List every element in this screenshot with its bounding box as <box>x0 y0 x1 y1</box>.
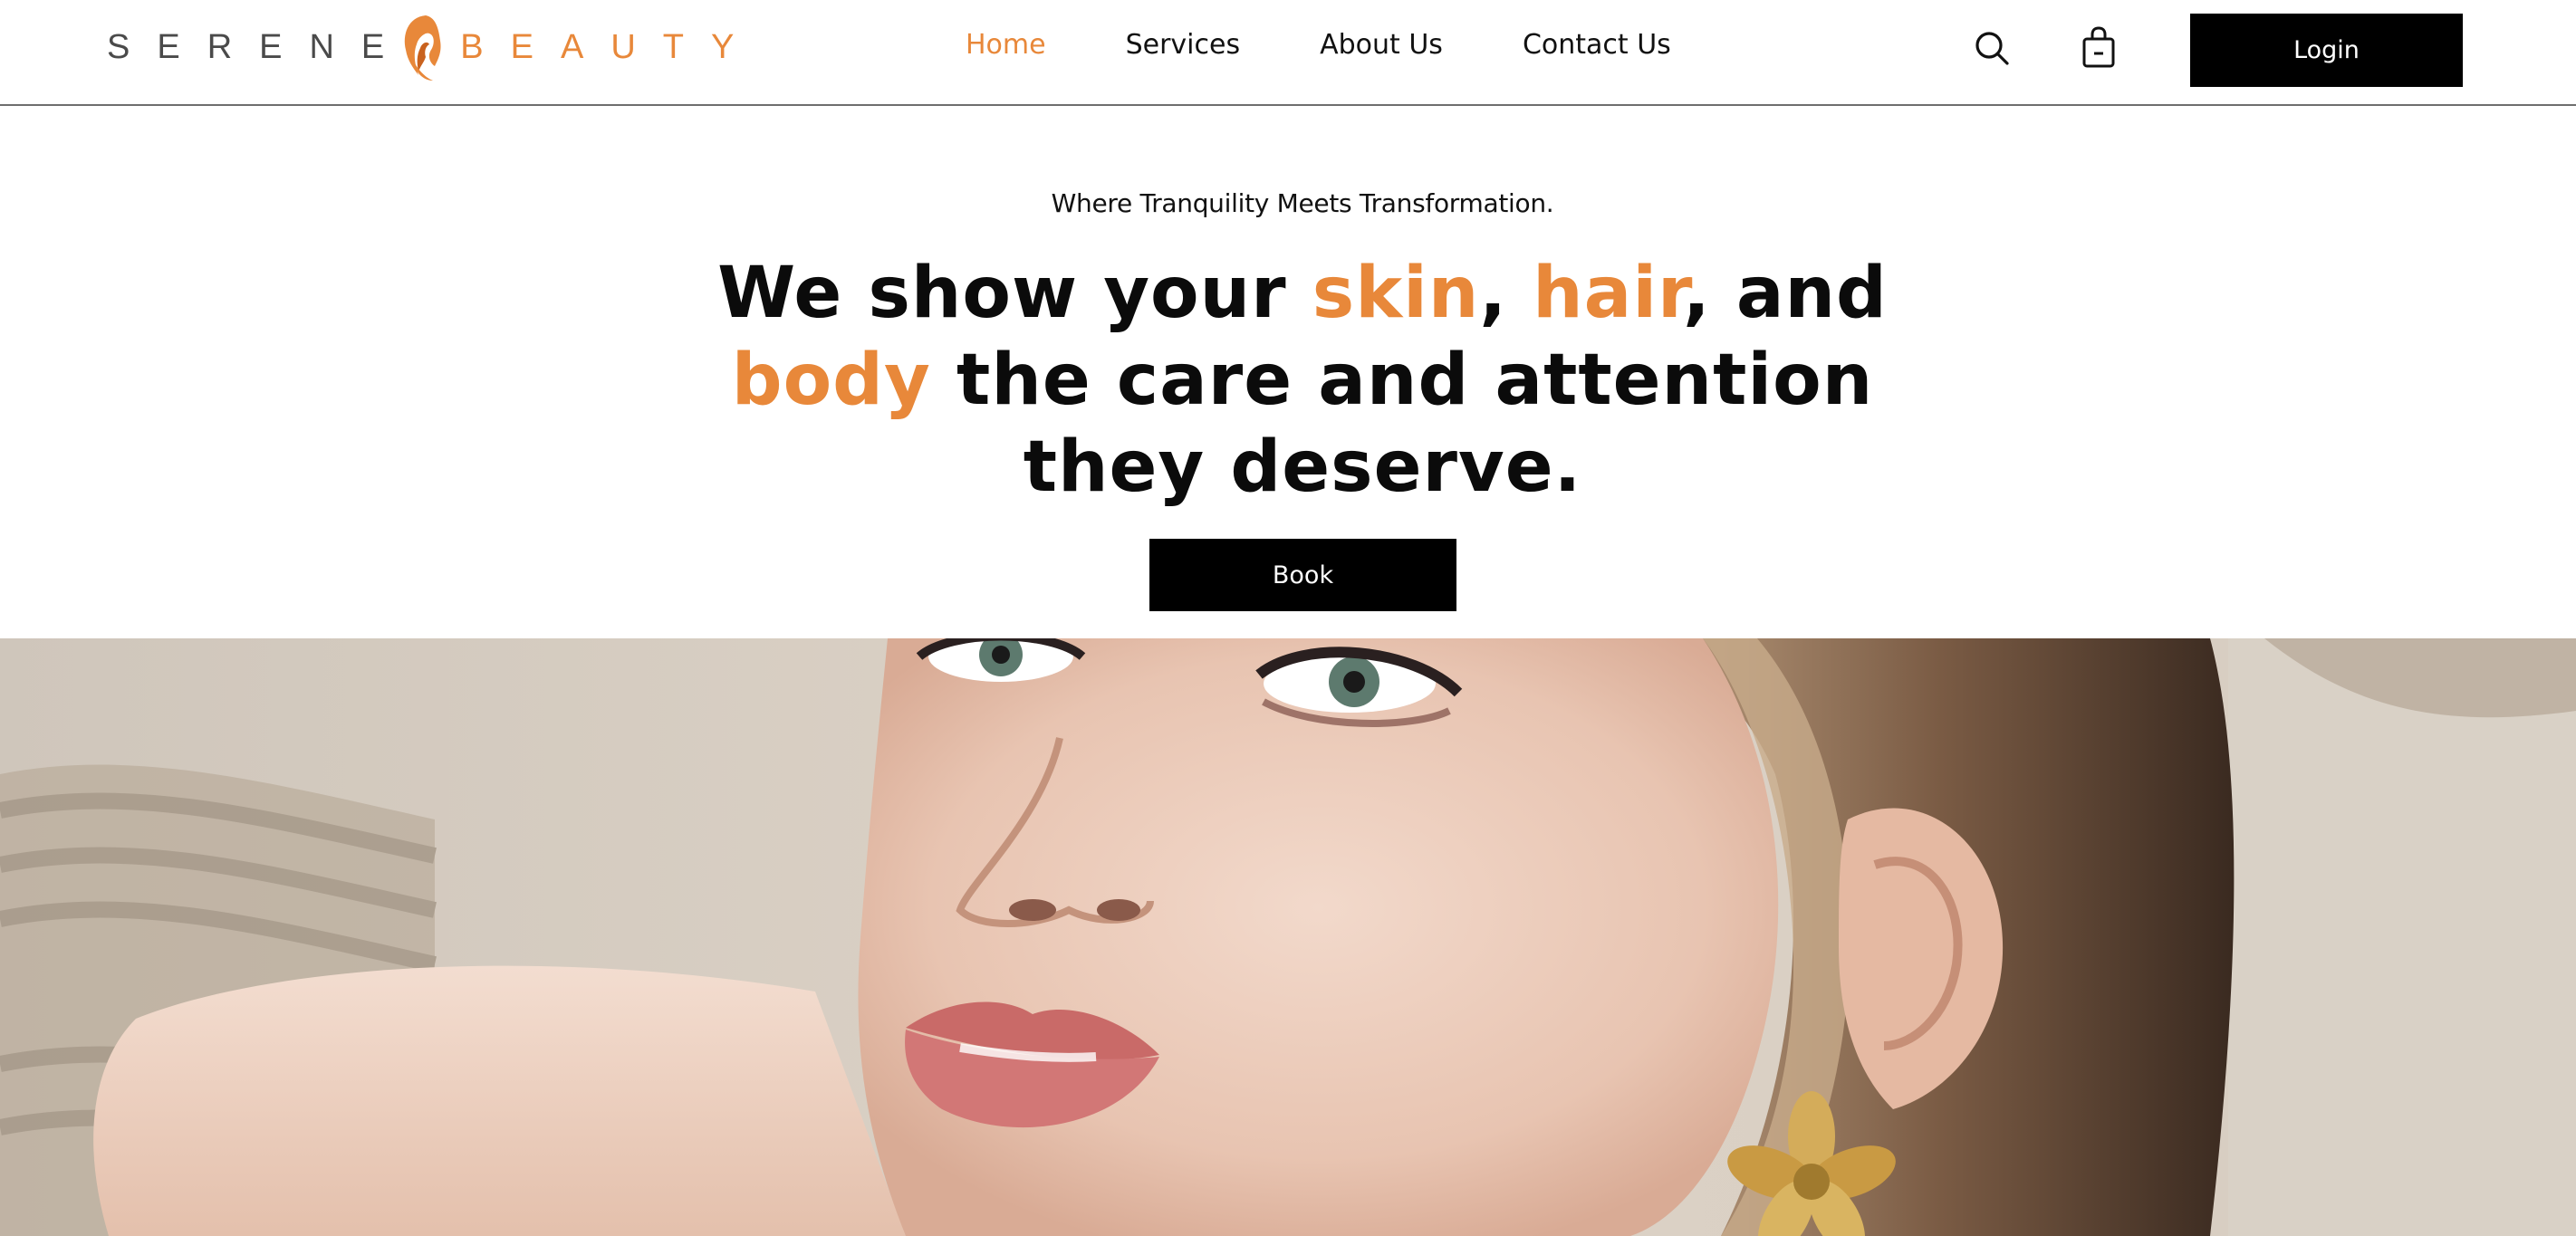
headline-text: We show your <box>717 253 1312 334</box>
headline-accent-hair: hair <box>1533 253 1684 334</box>
headline-accent-body: body <box>731 340 931 421</box>
nav-item-home[interactable]: Home <box>966 29 1046 61</box>
headline-text: , and <box>1683 253 1888 334</box>
headline-text: the care and attention <box>930 340 1874 421</box>
nav-item-contact-us[interactable]: Contact Us <box>1523 29 1671 61</box>
brand-name-beauty: BEAUTY <box>460 27 762 66</box>
headline-accent-skin: skin <box>1312 253 1480 334</box>
nav-item-about-us[interactable]: About Us <box>1320 29 1443 61</box>
book-button[interactable]: Book <box>1149 539 1456 611</box>
site-header: SERENE BEAUTY Home Services About Us Con… <box>0 0 2576 106</box>
login-button[interactable]: Login <box>2190 14 2463 87</box>
hero-image-woman-portrait <box>0 638 2576 1236</box>
brand-logo[interactable]: SERENE BEAUTY <box>107 11 761 83</box>
nav-item-services[interactable]: Services <box>1126 29 1241 61</box>
main-nav: Home Services About Us Contact Us <box>966 29 1751 61</box>
brand-name-serene: SERENE <box>107 27 412 66</box>
woman-silhouette-logo-icon <box>405 15 441 81</box>
headline-text: they deserve. <box>1023 426 1582 508</box>
shopping-bag-icon[interactable] <box>2081 25 2117 69</box>
search-icon[interactable] <box>1973 29 2011 67</box>
hero-headline: We show your skin, hair, and body the ca… <box>0 250 2576 511</box>
hero-tagline: Where Tranquility Meets Transformation. <box>1051 188 1554 218</box>
headline-text: , <box>1479 253 1533 334</box>
